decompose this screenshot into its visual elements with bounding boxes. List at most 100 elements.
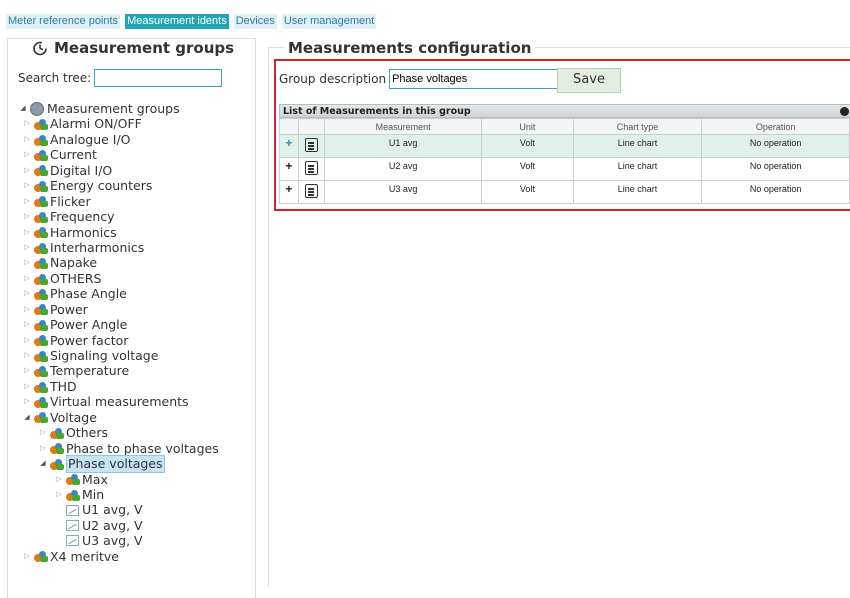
expand-arrow-icon[interactable]: ▷: [22, 271, 32, 286]
tree-node-label[interactable]: Current: [50, 147, 97, 162]
tree-node[interactable]: ▷ Energy counters: [18, 178, 219, 193]
tree-node-label[interactable]: Signaling voltage: [50, 348, 158, 363]
edit-icon[interactable]: [304, 161, 318, 175]
tree-node[interactable]: ▷ Max: [18, 472, 219, 487]
expand-arrow-icon[interactable]: ▷: [54, 487, 64, 502]
expand-arrow-icon[interactable]: ▷: [54, 472, 64, 487]
tree-node-label[interactable]: U2 avg, V: [82, 518, 143, 533]
tree-node-label[interactable]: Energy counters: [50, 178, 152, 193]
expand-arrow-icon[interactable]: ▷: [22, 255, 32, 270]
tree-node-label[interactable]: Flicker: [50, 194, 91, 209]
collapse-arrow-icon[interactable]: ◢: [38, 456, 48, 471]
table-row[interactable]: + U2 avg Volt Line chart No operation: [279, 157, 850, 181]
expand-arrow-icon[interactable]: ▷: [22, 363, 32, 378]
edit-cell[interactable]: [297, 157, 326, 181]
tab-meter-reference-points[interactable]: Meter reference points: [6, 14, 121, 29]
tree-node[interactable]: ▷ Phase Angle: [18, 286, 219, 301]
tree-node-label[interactable]: Min: [82, 487, 104, 502]
edit-icon[interactable]: [304, 138, 318, 152]
expand-arrow-icon[interactable]: ▷: [22, 116, 32, 131]
tab-measurement-idents[interactable]: Measurement idents: [125, 14, 229, 29]
tree-node[interactable]: ▷ Interharmonics: [18, 240, 219, 255]
tree-node-label[interactable]: Digital I/O: [50, 163, 112, 178]
tree-node-label[interactable]: Phase Angle: [50, 286, 127, 301]
tree-node[interactable]: ▷ Frequency: [18, 209, 219, 224]
tree-node-label[interactable]: Interharmonics: [50, 240, 144, 255]
tree-node[interactable]: ▷ Power: [18, 302, 219, 317]
expand-arrow-icon[interactable]: ▷: [22, 348, 32, 363]
tree-node[interactable]: ▷ Flicker: [18, 194, 219, 209]
tree-node[interactable]: ▷ Signaling voltage: [18, 348, 219, 363]
tree-node[interactable]: U1 avg, V: [18, 502, 219, 517]
tree-node[interactable]: U2 avg, V: [18, 518, 219, 533]
expand-arrow-icon[interactable]: ▷: [22, 240, 32, 255]
tree-node[interactable]: ▷ Power Angle: [18, 317, 219, 332]
expand-arrow-icon[interactable]: ▷: [22, 302, 32, 317]
tree-node[interactable]: ◢ Measurement groups: [18, 101, 219, 116]
expand-arrow-icon[interactable]: ▷: [22, 147, 32, 162]
grid-header-measurement[interactable]: Measurement: [324, 118, 483, 135]
table-row[interactable]: + U1 avg Volt Line chart No operation: [279, 134, 850, 158]
tree-node[interactable]: U3 avg, V: [18, 533, 219, 548]
tree-node[interactable]: ▷ Current: [18, 147, 219, 162]
tree-node[interactable]: ▷ THD: [18, 379, 219, 394]
collapse-arrow-icon[interactable]: ◢: [22, 410, 32, 425]
expand-arrow-icon[interactable]: ▷: [38, 425, 48, 440]
expand-arrow-icon[interactable]: ▷: [22, 209, 32, 224]
tree-node-label[interactable]: U3 avg, V: [82, 533, 143, 548]
expand-arrow-icon[interactable]: ▷: [22, 394, 32, 409]
tree-node-label[interactable]: OTHERS: [50, 271, 101, 286]
expand-arrow-icon[interactable]: ▷: [22, 194, 32, 209]
tree-node-label[interactable]: Frequency: [50, 209, 115, 224]
tree-node[interactable]: ▷ Temperature: [18, 363, 219, 378]
tree-node[interactable]: ▷ Virtual measurements: [18, 394, 219, 409]
table-row[interactable]: + U3 avg Volt Line chart No operation: [279, 180, 850, 204]
tab-user-management[interactable]: User management: [281, 14, 377, 29]
tree-node[interactable]: ▷ Alarmi ON/OFF: [18, 116, 219, 131]
group-description-input[interactable]: [389, 69, 570, 89]
tree-node[interactable]: ▷ Others: [18, 425, 219, 440]
expand-arrow-icon[interactable]: ▷: [22, 163, 32, 178]
tree-node-label[interactable]: X4 meritve: [50, 549, 119, 564]
tree-node-label[interactable]: Power factor: [50, 333, 128, 348]
expand-arrow-icon[interactable]: ▷: [22, 549, 32, 564]
expand-arrow-icon[interactable]: ▷: [22, 286, 32, 301]
tree-node-label[interactable]: Power Angle: [50, 317, 127, 332]
grid-header-operation[interactable]: Operation: [701, 118, 850, 135]
tree-node-label[interactable]: Alarmi ON/OFF: [50, 116, 142, 131]
edit-cell[interactable]: [297, 180, 326, 204]
collapse-arrow-icon[interactable]: ◢: [18, 101, 28, 116]
tree-node-label[interactable]: Max: [82, 472, 108, 487]
tree-node[interactable]: ▷ Napake: [18, 255, 219, 270]
expand-arrow-icon[interactable]: ▷: [22, 178, 32, 193]
tree-node[interactable]: ▷ Harmonics: [18, 225, 219, 240]
tree-node-label[interactable]: U1 avg, V: [82, 502, 143, 517]
expand-arrow-icon[interactable]: ▷: [22, 132, 32, 147]
grid-header-chart-type[interactable]: Chart type: [572, 118, 703, 135]
tree-node[interactable]: ▷ OTHERS: [18, 271, 219, 286]
tree-node-label[interactable]: Harmonics: [50, 225, 117, 240]
tree-node-label[interactable]: THD: [50, 379, 77, 394]
tree-node-label[interactable]: Phase to phase voltages: [66, 441, 219, 456]
expand-arrow-icon[interactable]: ▷: [22, 333, 32, 348]
tree-node-label[interactable]: Analogue I/O: [50, 132, 131, 147]
tree-node[interactable]: ▷ Power factor: [18, 333, 219, 348]
tree-node[interactable]: ▷ Min: [18, 487, 219, 502]
expand-arrow-icon[interactable]: ▷: [38, 441, 48, 456]
tab-devices[interactable]: Devices: [233, 14, 277, 29]
grid-header-unit[interactable]: Unit: [481, 118, 574, 135]
expand-row-icon[interactable]: +: [279, 134, 299, 158]
search-tree-input[interactable]: [94, 69, 223, 87]
save-button[interactable]: Save: [557, 68, 621, 93]
collapse-grid-icon[interactable]: [840, 107, 849, 116]
tree-node-label[interactable]: Napake: [50, 255, 97, 270]
tree-node[interactable]: ◢ Phase voltages: [18, 455, 219, 473]
expand-row-icon[interactable]: +: [279, 180, 299, 204]
tree-node-label[interactable]: Others: [66, 425, 108, 440]
tree-node-label[interactable]: Virtual measurements: [50, 394, 189, 409]
tree-node-label[interactable]: Temperature: [50, 363, 129, 378]
tree-node-label[interactable]: Phase voltages: [66, 455, 165, 473]
tree-node-label[interactable]: Voltage: [50, 410, 97, 425]
tree-node[interactable]: ▷ Digital I/O: [18, 163, 219, 178]
tree-node-label[interactable]: Power: [50, 302, 88, 317]
